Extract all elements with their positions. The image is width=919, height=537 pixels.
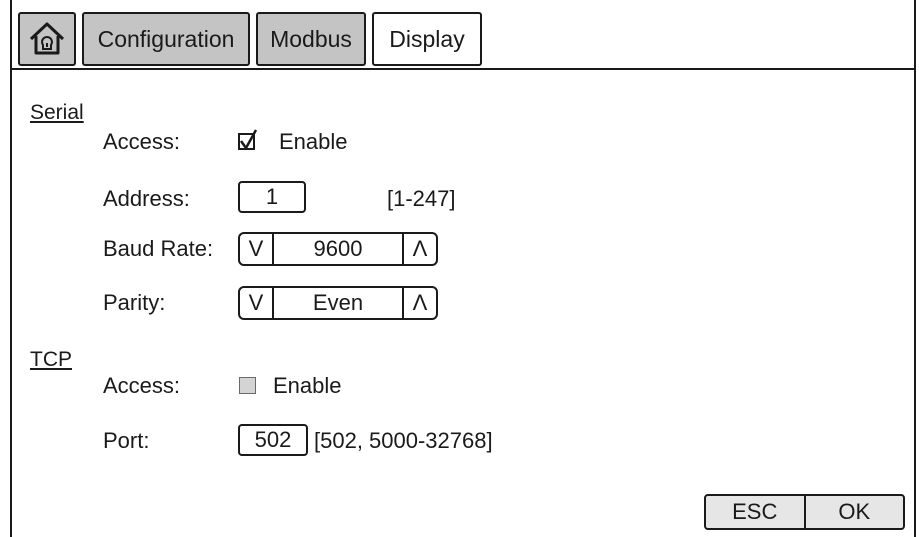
serial-parity-value: Even — [312, 290, 364, 315]
serial-address-value: 1 — [265, 184, 279, 209]
serial-baud-spinner: V 9600 Λ — [238, 232, 438, 266]
chevron-down-icon: V — [248, 236, 264, 261]
tab-display[interactable]: Display — [372, 12, 482, 66]
serial-heading: Serial — [30, 101, 84, 124]
tcp-access-label: Access: — [103, 373, 181, 398]
tcp-port-range: [502, 5000-32768] — [314, 428, 493, 453]
chevron-up-icon: Λ — [412, 290, 428, 315]
serial-baud-label: Baud Rate: — [103, 236, 214, 261]
tab-configuration[interactable]: Configuration — [82, 12, 250, 66]
serial-baud-value: 9600 — [313, 236, 363, 261]
serial-parity-label: Parity: — [103, 290, 166, 315]
tcp-access-checkbox[interactable] — [239, 377, 256, 394]
tab-modbus-label: Modbus — [270, 25, 352, 52]
chevron-up-icon: Λ — [412, 236, 428, 261]
serial-address-range: [1-247] — [387, 186, 456, 211]
tab-configuration-label: Configuration — [97, 25, 235, 52]
parity-increment-button[interactable]: Λ — [402, 288, 436, 318]
tcp-port-value: 502 — [254, 427, 292, 452]
ok-button[interactable]: OK — [806, 496, 904, 528]
checkmark-icon — [239, 129, 258, 151]
serial-address-label: Address: — [103, 186, 190, 211]
ok-button-label: OK — [838, 499, 871, 524]
serial-address-input[interactable]: 1 — [238, 181, 306, 213]
serial-access-label: Access: — [103, 129, 181, 154]
tcp-port-input[interactable]: 502 — [238, 424, 308, 456]
serial-access-option: Enable — [279, 129, 348, 154]
action-button-group: ESC OK — [704, 494, 905, 530]
baud-decrement-button[interactable]: V — [240, 234, 274, 264]
chevron-down-icon: V — [248, 290, 264, 315]
tcp-access-option: Enable — [273, 373, 342, 398]
tab-modbus[interactable]: Modbus — [256, 12, 366, 66]
home-button[interactable] — [18, 12, 76, 66]
parity-decrement-button[interactable]: V — [240, 288, 274, 318]
tcp-heading: TCP — [30, 348, 72, 371]
tcp-port-label: Port: — [103, 428, 150, 453]
serial-parity-spinner: V Even Λ — [238, 286, 438, 320]
esc-button-label: ESC — [732, 499, 778, 524]
home-icon — [29, 22, 65, 55]
esc-button[interactable]: ESC — [706, 496, 806, 528]
tab-bar: Configuration Modbus Display — [10, 8, 916, 70]
panel-frame — [10, 0, 916, 537]
baud-increment-button[interactable]: Λ — [402, 234, 436, 264]
serial-access-checkbox[interactable] — [238, 129, 258, 151]
tab-display-label: Display — [389, 25, 465, 52]
